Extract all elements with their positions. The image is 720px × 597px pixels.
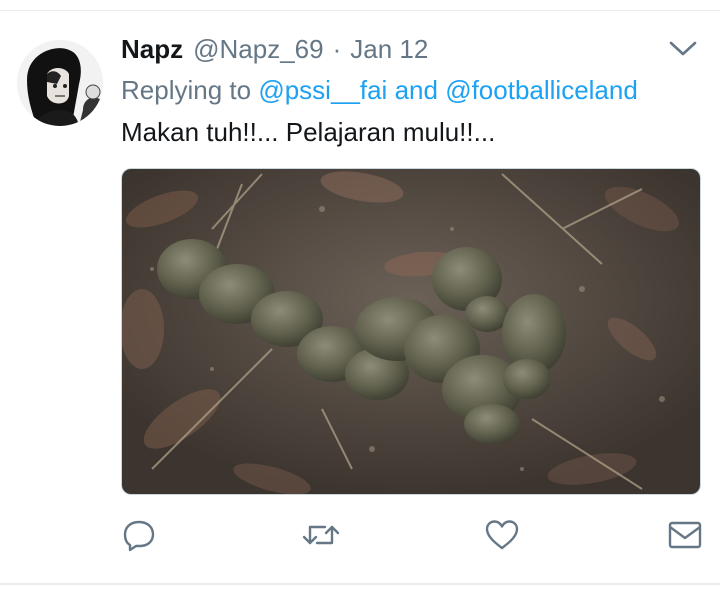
separator-dot: · [332, 34, 342, 64]
replying-to: Replying to @pssi__fai and @footballicel… [121, 73, 638, 107]
top-divider [0, 10, 720, 11]
heart-icon[interactable] [483, 515, 521, 555]
mention-footballiceland[interactable]: @footballiceland [445, 75, 638, 105]
mention-conjunction: and [394, 75, 438, 105]
user-handle[interactable]: @Napz_69 [193, 33, 323, 65]
avatar-image [17, 40, 103, 126]
tweet-media-image[interactable] [121, 168, 701, 495]
replying-to-label: Replying to [121, 75, 252, 105]
avatar[interactable] [17, 40, 103, 126]
reply-icon[interactable] [121, 515, 157, 555]
chevron-down-icon[interactable] [668, 38, 698, 60]
bottom-divider [0, 583, 720, 585]
tweet-header: Napz @Napz_69 · Jan 12 [121, 33, 428, 65]
retweet-icon[interactable] [301, 515, 341, 555]
mention-pssi-fai[interactable]: @pssi__fai [258, 75, 387, 105]
tweet-actions [121, 515, 706, 555]
tweet-date[interactable]: Jan 12 [350, 33, 428, 65]
display-name[interactable]: Napz [121, 33, 183, 65]
envelope-icon[interactable] [666, 515, 704, 555]
tweet-text: Makan tuh!!... Pelajaran mulu!!... [121, 117, 496, 147]
